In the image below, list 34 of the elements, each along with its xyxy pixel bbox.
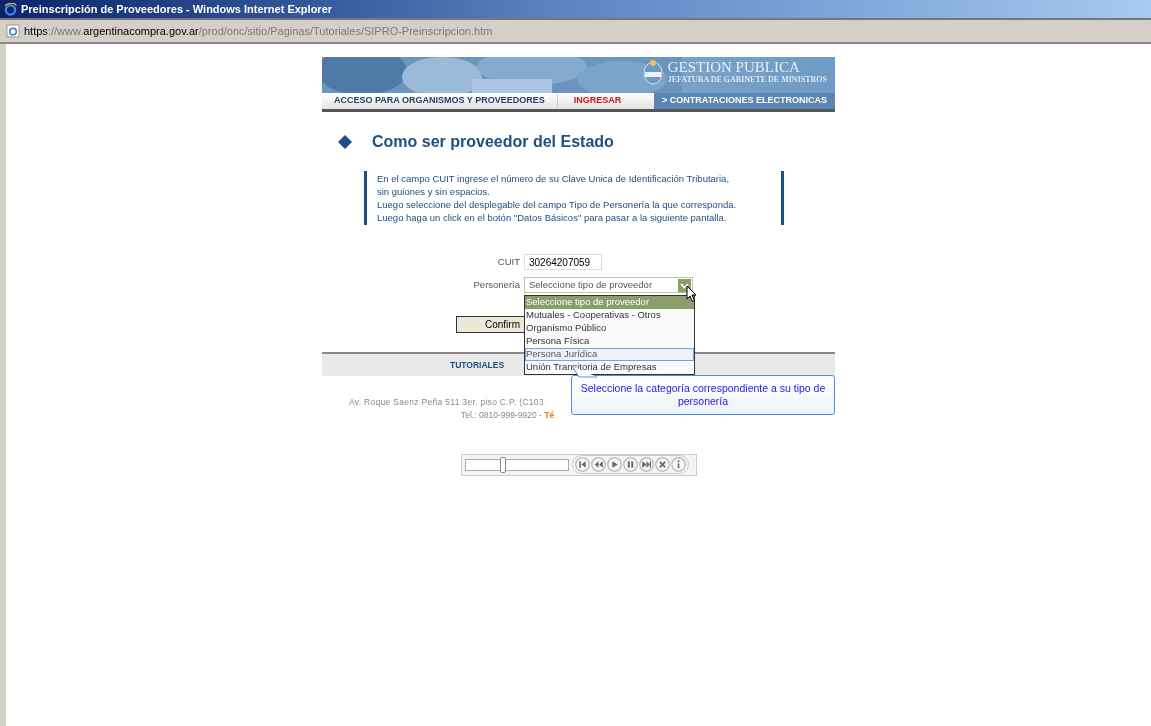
- nav-link[interactable]: INGRESAR: [556, 94, 638, 108]
- tooltip-text: Seleccione la categoría correspondiente a su tipo de personería: [580, 382, 826, 408]
- instructions-text: En el campo CUIT ingrese el número de su Clave Unica de Identificación Tributaria, sin guiones y sin espacios. Luego seleccione del desplegable del campo Tipo de Personería la que corresponda. Luego haga un click en el botón "Datos Básicos" para pasar a la siguiente pantalla.: [377, 172, 738, 224]
- dropdown-option[interactable]: Unión Transitoria de Empresas: [525, 361, 694, 374]
- address-field[interactable]: https://www.argentinacompra.gov.ar/prod/onc/sitio/Paginas/Tutoriales/SIPRO-Preinscripcion.htm: [4, 20, 1151, 42]
- page-icon: [6, 24, 20, 38]
- url-text: https://www.argentinacompra.gov.ar/prod/onc/sitio/Paginas/Tutoriales/SIPRO-Preinscripcion.htm: [24, 23, 493, 39]
- footer-nav-link[interactable]: TUTORIALES: [450, 358, 505, 372]
- dropdown-option[interactable]: Persona Jurídica: [525, 348, 694, 361]
- browser-logo-icon: [4, 2, 17, 16]
- brand-subtitle: JEFATURA DE GABINETE DE MINISTROS: [667, 75, 827, 84]
- cuit-label: CUIT: [496, 254, 520, 269]
- cuit-field[interactable]: 30264207059: [524, 254, 602, 270]
- brand-title: GESTION PUBLICA: [667, 59, 800, 75]
- nav-link[interactable]: > CONTRATACIONES ELECTRONICAS: [654, 93, 835, 109]
- footer-phone: Tel.: 0810-999-9920 - Té: [461, 408, 555, 422]
- personeria-dropdown[interactable]: Seleccione tipo de proveedor: [524, 277, 693, 293]
- page-heading: Como ser proveedor del Estado: [372, 132, 614, 152]
- nav-link[interactable]: ACCESO PARA ORGANISMOS Y PROVEEDORES: [322, 94, 557, 108]
- personeria-label: Personería: [472, 277, 520, 292]
- play-icon[interactable]: [606, 457, 622, 472]
- seek-thumb[interactable]: [499, 456, 506, 473]
- seek-track[interactable]: [464, 458, 569, 471]
- info-icon[interactable]: [670, 457, 686, 472]
- diamond-icon: [338, 135, 352, 149]
- skip-back-icon[interactable]: [574, 457, 590, 472]
- pause-icon[interactable]: [622, 457, 638, 472]
- fast-forward-icon[interactable]: [638, 457, 654, 472]
- dropdown-option[interactable]: Persona Física: [525, 335, 694, 348]
- window-title: Preinscripción de Proveedores - Windows Internet Explorer: [21, 1, 333, 17]
- close-icon[interactable]: [654, 457, 670, 472]
- emblem-icon: [641, 59, 664, 85]
- rewind-icon[interactable]: [590, 457, 606, 472]
- footer-address: Av. Roque Saenz Peña 511 3er. piso C.P. (C103: [349, 396, 544, 409]
